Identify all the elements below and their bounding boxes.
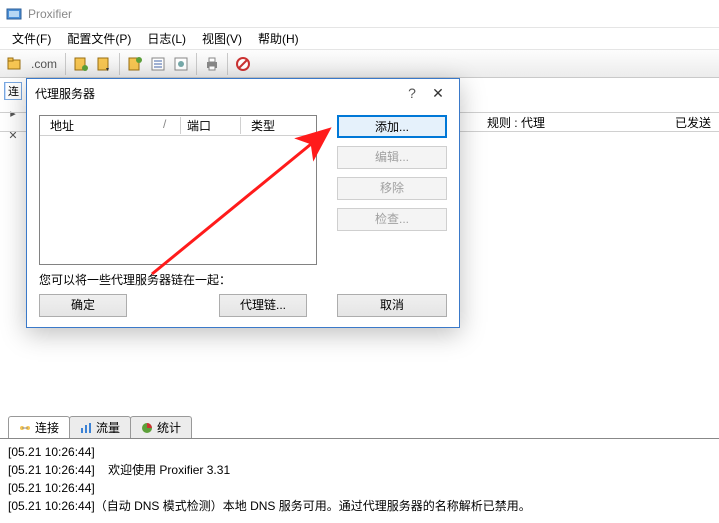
log-line: [05.21 10:26:44] 欢迎使用 Proxifier 3.31 <box>8 461 711 479</box>
tb-sep4 <box>227 53 228 75</box>
log-line: [05.21 10:26:44] <box>8 479 711 497</box>
stats-icon <box>141 422 153 434</box>
help-icon[interactable]: ? <box>399 85 425 101</box>
menubar: 文件(F) 配置文件(P) 日志(L) 视图(V) 帮助(H) <box>0 28 719 50</box>
dialog-titlebar[interactable]: 代理服务器 ? ✕ <box>27 79 459 107</box>
add-button[interactable]: 添加... <box>337 115 447 138</box>
menu-help[interactable]: 帮助(H) <box>250 28 307 49</box>
tb-list-icon[interactable] <box>147 53 169 75</box>
tb-com[interactable]: .com <box>27 53 61 75</box>
tab-traffic[interactable]: 流量 <box>69 416 131 438</box>
tab-traffic-label: 流量 <box>96 419 120 436</box>
menu-profile[interactable]: 配置文件(P) <box>59 28 139 49</box>
main-titlebar: Proxifier <box>0 0 719 28</box>
tab-connections-label: 连接 <box>35 419 59 436</box>
tb-add-profile-icon[interactable] <box>124 53 146 75</box>
tb-sep2 <box>119 53 120 75</box>
proxy-list[interactable]: 地址 端口 类型 <box>39 115 317 265</box>
sent-label: 已发送 <box>675 114 711 131</box>
remove-button: 移除 <box>337 177 447 200</box>
col-port[interactable]: 端口 <box>180 117 240 134</box>
dialog-button-column: 添加... 编辑... 移除 检查... <box>337 115 447 231</box>
tab-stats[interactable]: 统计 <box>130 416 192 438</box>
close-icon[interactable]: ✕ <box>425 85 451 102</box>
app-icon <box>6 6 22 22</box>
bottom-tabs: 连接 流量 统计 <box>8 416 191 438</box>
tb-print-icon[interactable] <box>201 53 223 75</box>
log-line: [05.21 10:26:44]（自动 DNS 模式检测）本地 DNS 服务可用… <box>8 497 711 515</box>
cancel-button[interactable]: 取消 <box>337 294 447 317</box>
app-title: Proxifier <box>28 7 72 21</box>
log-line: [05.21 10:26:44] <box>8 443 711 461</box>
tab-connections[interactable]: 连接 <box>8 416 70 438</box>
dialog-body: 地址 端口 类型 添加... 编辑... 移除 检查... 您可以将一些代理服务… <box>27 107 459 327</box>
tab-stats-label: 统计 <box>157 419 181 436</box>
chain-button[interactable]: 代理链... <box>219 294 307 317</box>
log-area[interactable]: [05.21 10:26:44] [05.21 10:26:44] 欢迎使用 P… <box>0 438 719 523</box>
traffic-icon <box>80 422 92 434</box>
check-button: 检查... <box>337 208 447 231</box>
col-address[interactable]: 地址 <box>40 117 180 134</box>
menu-file[interactable]: 文件(F) <box>4 28 59 49</box>
tb-profile2-icon[interactable] <box>93 53 115 75</box>
tb-sep3 <box>196 53 197 75</box>
dialog-title: 代理服务器 <box>35 85 399 102</box>
connection-label: 连 <box>6 83 21 99</box>
tb-open-icon[interactable] <box>4 53 26 75</box>
tb-stop-icon[interactable] <box>232 53 254 75</box>
proxy-list-header: 地址 端口 类型 <box>40 116 316 136</box>
connections-icon <box>19 422 31 434</box>
rules-label: 规则 : 代理 <box>487 114 545 131</box>
edit-button: 编辑... <box>337 146 447 169</box>
col-type[interactable]: 类型 <box>240 117 316 134</box>
tb-profile-icon[interactable] <box>70 53 92 75</box>
toolbar: .com <box>0 50 719 78</box>
tb-settings-icon[interactable] <box>170 53 192 75</box>
ok-button[interactable]: 确定 <box>39 294 127 317</box>
menu-log[interactable]: 日志(L) <box>139 28 194 49</box>
tb-sep <box>65 53 66 75</box>
menu-view[interactable]: 视图(V) <box>194 28 250 49</box>
chain-hint: 您可以将一些代理服务器链在一起： <box>39 271 307 288</box>
proxy-servers-dialog: 代理服务器 ? ✕ 地址 端口 类型 添加... 编辑... 移除 检查... … <box>26 78 460 328</box>
